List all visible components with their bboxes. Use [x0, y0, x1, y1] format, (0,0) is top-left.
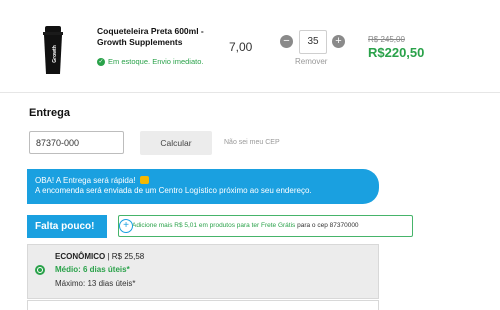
product-image-shaker: Growth: [43, 26, 63, 74]
check-icon: ✓: [97, 57, 105, 66]
quantity-input[interactable]: 35: [299, 30, 327, 54]
delivery-heading: Entrega: [29, 107, 70, 119]
falta-pouco-label: Falta pouco!: [27, 215, 107, 238]
quantity-decrease-button[interactable]: −: [280, 35, 293, 48]
shipping-option-title: ECONÔMICO | R$ 25,58: [55, 252, 144, 261]
muscle-emoji-icon: [139, 176, 149, 184]
stock-status-text: Em estoque. Envio imediato.: [108, 57, 204, 66]
product-image-label: Growth: [52, 45, 58, 63]
free-shipping-box: Adicione mais R$ 5,01 em produtos para t…: [118, 215, 413, 237]
total-price: R$220,50: [368, 45, 425, 60]
unit-price: 7,00: [229, 40, 253, 54]
quantity-increase-button[interactable]: +: [332, 35, 345, 48]
shipping-option-radio[interactable]: [35, 265, 45, 275]
free-shipping-cep: para o cep 87370000: [297, 222, 359, 229]
old-price: R$ 245,00: [368, 35, 405, 44]
fast-delivery-banner: OBA! A Entrega será rápida! A encomenda …: [27, 169, 379, 204]
remove-link[interactable]: Remover: [295, 57, 327, 66]
calculate-button[interactable]: Calcular: [140, 131, 212, 155]
banner-line1: OBA! A Entrega será rápida!: [35, 176, 136, 185]
shipping-option-card-next[interactable]: [27, 300, 379, 310]
shipping-maximo: Máximo: 13 dias úteis*: [55, 279, 136, 288]
cep-input[interactable]: 87370-000: [29, 131, 124, 154]
plus-icon: +: [119, 219, 133, 233]
shipping-option-price: | R$ 25,58: [107, 252, 145, 261]
free-shipping-text: Adicione mais R$ 5,01 em produtos para t…: [132, 222, 296, 229]
banner-line2: A encomenda será enviada de um Centro Lo…: [35, 186, 312, 195]
dont-know-cep-link[interactable]: Não sei meu CEP: [224, 139, 280, 146]
shipping-medio: Médio: 6 dias úteis*: [55, 265, 130, 274]
stock-status: ✓ Em estoque. Envio imediato.: [97, 57, 203, 66]
shipping-option-name: ECONÔMICO: [55, 252, 106, 261]
product-name[interactable]: Coqueteleira Preta 600ml - Growth Supple…: [97, 26, 212, 48]
